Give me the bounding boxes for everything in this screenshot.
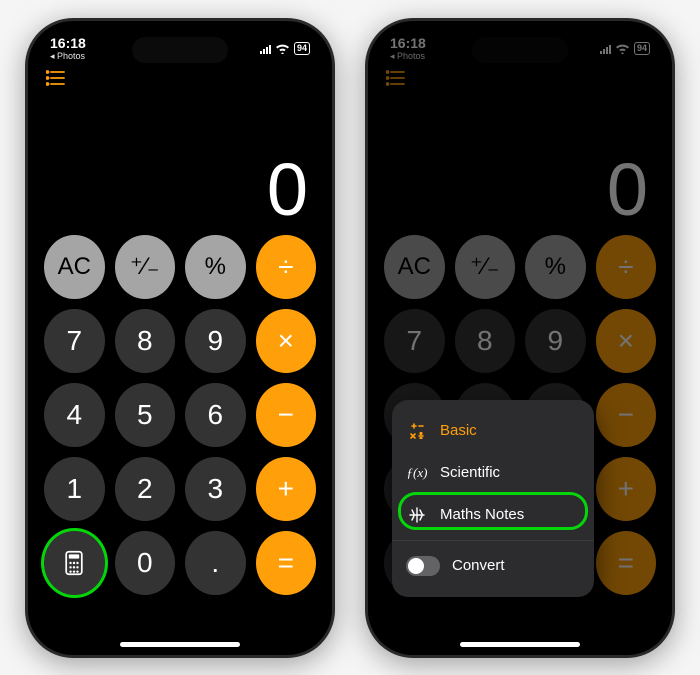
ac-button[interactable]: AC <box>44 235 105 299</box>
mode-switch-button[interactable] <box>44 531 105 595</box>
mode-label: Convert <box>452 557 505 574</box>
calculator-icon <box>61 550 87 576</box>
cellular-icon <box>260 44 271 54</box>
mode-option-scientific[interactable]: ƒ(x) Scientific <box>392 452 594 494</box>
mode-option-basic[interactable]: Basic <box>392 410 594 452</box>
mode-label: Maths Notes <box>440 506 524 523</box>
maths-notes-icon <box>406 507 428 523</box>
display-area: 0 <box>42 95 318 235</box>
digit-5[interactable]: 5 <box>115 383 176 447</box>
iphone-right: 16:18 ◂ Photos 94 0 AC ⁺∕₋ % ÷ 7 8 9 × 4… <box>365 18 675 658</box>
digit-1[interactable]: 1 <box>44 457 105 521</box>
menu-separator <box>392 540 594 541</box>
digit-6[interactable]: 6 <box>185 383 246 447</box>
basic-icon <box>406 423 428 439</box>
wifi-icon <box>275 43 290 54</box>
digit-8[interactable]: 8 <box>115 309 176 373</box>
minus-button[interactable]: − <box>256 383 317 447</box>
mode-label: Scientific <box>440 464 500 481</box>
dynamic-island <box>132 37 228 63</box>
display-value: 0 <box>267 153 308 227</box>
mode-option-convert[interactable]: Convert <box>392 545 594 587</box>
keypad: AC ⁺∕₋ % ÷ 7 8 9 × 4 5 6 − 1 2 3 + 0 . = <box>42 235 318 631</box>
home-indicator[interactable] <box>120 642 240 647</box>
divide-button[interactable]: ÷ <box>256 235 317 299</box>
mode-label: Basic <box>440 422 477 439</box>
digit-0[interactable]: 0 <box>115 531 176 595</box>
percent-button[interactable]: % <box>185 235 246 299</box>
digit-7[interactable]: 7 <box>44 309 105 373</box>
status-right: 94 <box>260 42 310 55</box>
mode-option-maths-notes[interactable]: Maths Notes <box>392 494 594 536</box>
convert-toggle[interactable] <box>406 556 440 576</box>
home-indicator[interactable] <box>460 642 580 647</box>
function-icon: ƒ(x) <box>406 465 428 481</box>
digit-4[interactable]: 4 <box>44 383 105 447</box>
history-icon[interactable] <box>46 69 66 92</box>
app-header <box>42 67 318 95</box>
equals-button[interactable]: = <box>256 531 317 595</box>
multiply-button[interactable]: × <box>256 309 317 373</box>
iphone-left: 16:18 ◂ Photos 94 0 AC ⁺∕₋ % ÷ 7 8 9 × 4… <box>25 18 335 658</box>
digit-2[interactable]: 2 <box>115 457 176 521</box>
status-time: 16:18 <box>50 36 86 50</box>
sign-button[interactable]: ⁺∕₋ <box>115 235 176 299</box>
back-to-app[interactable]: ◂ Photos <box>50 52 86 61</box>
decimal-button[interactable]: . <box>185 531 246 595</box>
battery-indicator: 94 <box>294 42 310 55</box>
digit-9[interactable]: 9 <box>185 309 246 373</box>
mode-menu-popup: Basic ƒ(x) Scientific Maths Notes Conver… <box>392 400 594 597</box>
plus-button[interactable]: + <box>256 457 317 521</box>
digit-3[interactable]: 3 <box>185 457 246 521</box>
